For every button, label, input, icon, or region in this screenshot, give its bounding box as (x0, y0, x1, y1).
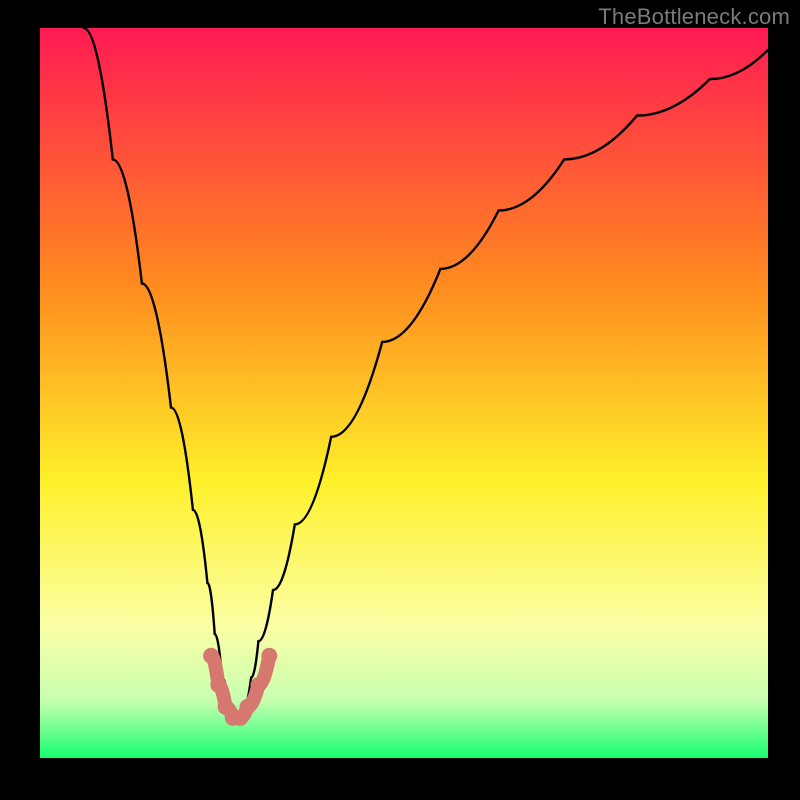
highlight-dot (261, 648, 277, 664)
highlight-dot (250, 677, 266, 693)
highlight-dot (210, 677, 226, 693)
plot-background (40, 28, 768, 758)
bottleneck-chart (0, 0, 800, 800)
highlight-dot (203, 648, 219, 664)
watermark-label: TheBottleneck.com (598, 4, 790, 30)
highlight-dot (240, 699, 256, 715)
chart-frame: TheBottleneck.com (0, 0, 800, 800)
